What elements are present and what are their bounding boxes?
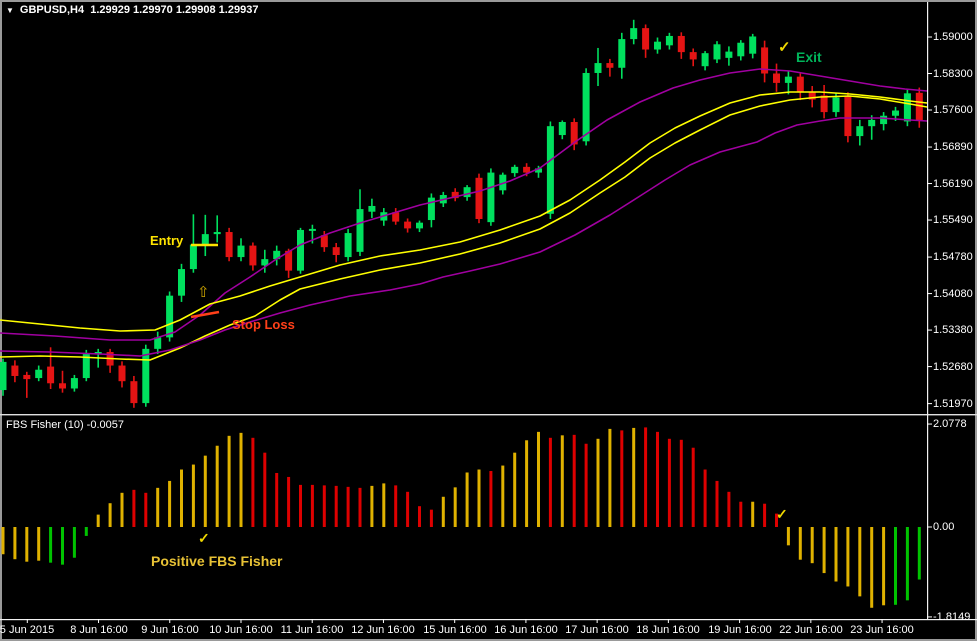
price-axis-label: 1.53380 xyxy=(933,324,973,336)
price-axis-label: 1.51970 xyxy=(933,398,973,410)
price-axis-label: 1.54080 xyxy=(933,288,973,300)
time-axis-label: 12 Jun 16:00 xyxy=(349,624,417,636)
exit-annotation: Exit xyxy=(796,49,822,65)
price-axis-label: 1.57600 xyxy=(933,104,973,116)
time-axis-label: 16 Jun 16:00 xyxy=(492,624,560,636)
time-axis-label: 17 Jun 16:00 xyxy=(563,624,631,636)
price-axis-label: 1.59000 xyxy=(933,31,973,43)
positive-fbs-fisher-annotation: Positive FBS Fisher xyxy=(151,553,282,569)
price-axis-label: 1.56890 xyxy=(933,141,973,153)
stop-loss-annotation: Stop Loss xyxy=(232,317,295,332)
chart-title: GBPUSD,H4 1.29929 1.29970 1.29908 1.2993… xyxy=(20,4,259,16)
indicator-label: FBS Fisher (10) -0.0057 xyxy=(6,419,124,431)
indicator-axis-label: 0.00 xyxy=(933,521,954,533)
time-axis-label: 23 Jun 16:00 xyxy=(848,624,916,636)
fisher-check-icon-2: ✓ xyxy=(776,506,788,523)
indicator-pane[interactable] xyxy=(2,417,927,619)
exit-check-icon: ✓ xyxy=(778,38,791,56)
time-axis-label: 5 Jun 2015 xyxy=(0,624,61,636)
main-chart-pane[interactable] xyxy=(2,2,927,414)
time-axis-label: 8 Jun 16:00 xyxy=(65,624,133,636)
price-axis-label: 1.58300 xyxy=(933,68,973,80)
price-axis-label: 1.56190 xyxy=(933,178,973,190)
price-axis-label: 1.52680 xyxy=(933,361,973,373)
mt4-chart-window: ▼ GBPUSD,H4 1.29929 1.29970 1.29908 1.29… xyxy=(0,0,977,641)
time-axis-label: 15 Jun 16:00 xyxy=(421,624,489,636)
time-axis-label: 10 Jun 16:00 xyxy=(207,624,275,636)
fisher-check-icon: ✓ xyxy=(198,530,210,547)
price-axis-label: 1.54780 xyxy=(933,251,973,263)
time-axis-label: 9 Jun 16:00 xyxy=(136,624,204,636)
time-axis-label: 11 Jun 16:00 xyxy=(278,624,346,636)
time-axis-label: 22 Jun 16:00 xyxy=(777,624,845,636)
price-axis-label: 1.55490 xyxy=(933,214,973,226)
chart-title-bar: ▼ GBPUSD,H4 1.29929 1.29970 1.29908 1.29… xyxy=(6,4,258,16)
indicator-axis-label: 2.0778 xyxy=(933,418,967,430)
symbol-dropdown-icon[interactable]: ▼ xyxy=(6,6,14,15)
time-axis-label: 18 Jun 16:00 xyxy=(634,624,702,636)
time-axis-label: 19 Jun 16:00 xyxy=(706,624,774,636)
entry-annotation: Entry xyxy=(150,233,183,248)
indicator-axis-label: -1.8149 xyxy=(933,611,970,623)
up-arrow-icon: ⇧ xyxy=(197,283,210,301)
